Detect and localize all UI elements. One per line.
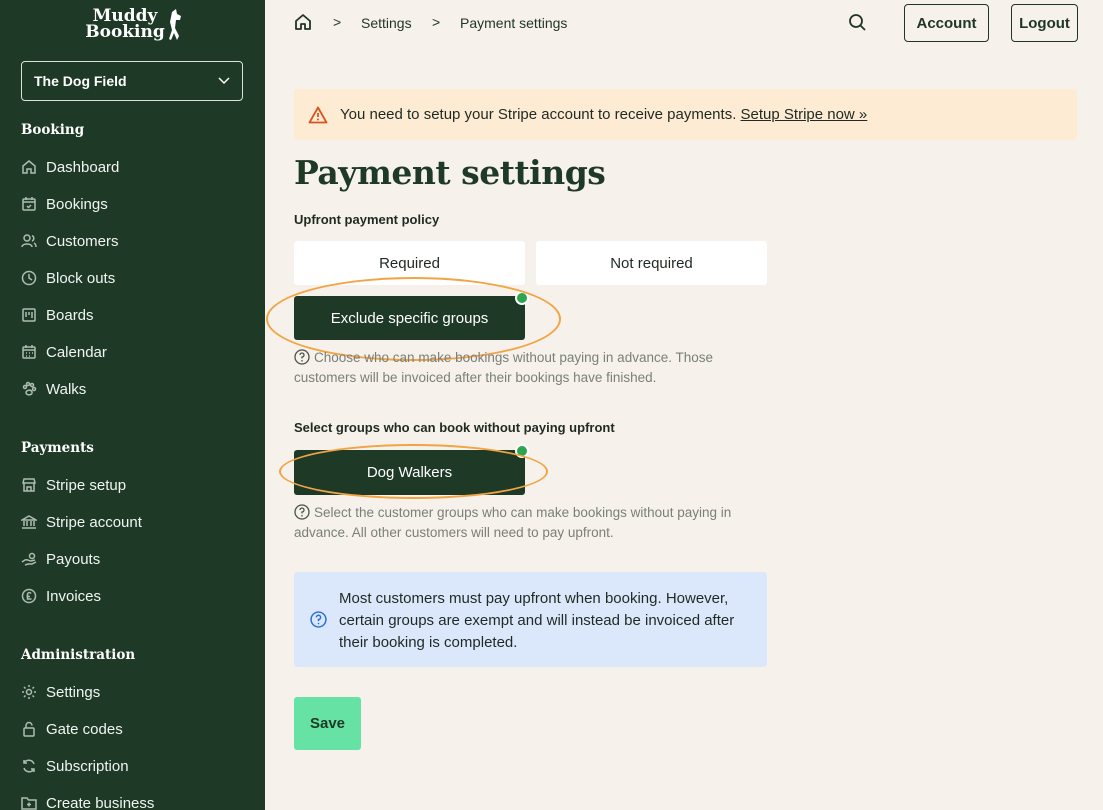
selected-check-icon: [515, 291, 529, 305]
alert-text: You need to setup your Stripe account to…: [340, 106, 737, 123]
chevron-right-icon: >: [432, 14, 441, 30]
paw-icon: [22, 381, 37, 396]
search-icon[interactable]: [848, 13, 867, 32]
logout-button[interactable]: Logout: [1011, 4, 1078, 42]
sidebar-item-bookings[interactable]: Bookings: [21, 191, 108, 217]
info-text: Most customers must pay upfront when boo…: [339, 590, 735, 651]
muddy-booking-logo[interactable]: Muddy Booking: [80, 8, 190, 44]
venue-select[interactable]: The Dog Field: [21, 61, 243, 101]
sidebar-item-stripe-account[interactable]: Stripe account: [21, 509, 142, 535]
sidebar-item-dashboard[interactable]: Dashboard: [21, 154, 119, 180]
sidebar-item-payouts[interactable]: Payouts: [21, 546, 100, 572]
help-circle-icon: [294, 349, 310, 365]
refresh-icon: [23, 759, 35, 773]
sidebar-item-gate-codes[interactable]: Gate codes: [21, 716, 123, 742]
board-icon: [22, 308, 36, 322]
breadcrumb-settings[interactable]: Settings: [361, 15, 412, 31]
dog-icon: [169, 9, 181, 40]
policy-option-exclude-groups[interactable]: Exclude specific groups: [294, 296, 525, 340]
folder-plus-icon: [21, 797, 37, 810]
sidebar-item-calendar[interactable]: Calendar: [21, 339, 107, 365]
calendar-check-icon: [22, 197, 36, 211]
breadcrumb-payment-settings: Payment settings: [460, 15, 568, 31]
home-icon[interactable]: [294, 13, 312, 31]
clock-icon: [21, 270, 37, 286]
setup-stripe-link[interactable]: Setup Stripe now »: [741, 106, 868, 123]
warning-icon: [308, 106, 328, 123]
account-button[interactable]: Account: [904, 4, 989, 42]
sidebar-item-customers[interactable]: Customers: [21, 228, 119, 254]
sidebar-item-stripe-setup[interactable]: Stripe setup: [21, 472, 126, 498]
sidebar: Muddy Booking The Dog Field Booking Dash…: [0, 0, 265, 810]
sidebar-item-block-outs[interactable]: Block outs: [21, 265, 115, 291]
help-circle-icon: [310, 611, 327, 628]
sidebar-item-create-business[interactable]: Create business: [21, 790, 154, 810]
calendar-icon: [22, 345, 36, 359]
sidebar-item-settings[interactable]: Settings: [21, 679, 100, 705]
home-icon: [22, 160, 36, 174]
logo-line2: Booking: [85, 22, 165, 42]
policy-option-not-required[interactable]: Not required: [536, 241, 767, 285]
info-box: Most customers must pay upfront when boo…: [294, 572, 767, 667]
chevron-down-icon: [218, 77, 230, 85]
sidebar-item-invoices[interactable]: Invoices: [21, 583, 101, 609]
policy-label: Upfront payment policy: [294, 212, 440, 227]
hand-coins-icon: [21, 552, 37, 566]
page-title: Payment settings: [294, 153, 606, 192]
sidebar-section-payments: Payments: [21, 440, 94, 456]
policy-option-required[interactable]: Required: [294, 241, 525, 285]
gear-icon: [22, 685, 36, 699]
sidebar-section-booking: Booking: [21, 122, 85, 138]
pound-circle-icon: [21, 588, 37, 604]
group-option-dog-walkers[interactable]: Dog Walkers: [294, 450, 525, 495]
sidebar-item-walks[interactable]: Walks: [21, 376, 86, 402]
policy-help: Choose who can make bookings without pay…: [294, 349, 714, 385]
lock-icon: [23, 721, 35, 737]
groups-help: Select the customer groups who can make …: [294, 504, 732, 540]
groups-label: Select groups who can book without payin…: [294, 420, 615, 435]
sidebar-item-subscription[interactable]: Subscription: [21, 753, 129, 779]
sidebar-item-boards[interactable]: Boards: [21, 302, 94, 328]
save-button[interactable]: Save: [294, 697, 361, 750]
bank-icon: [21, 515, 37, 529]
users-icon: [21, 234, 37, 248]
help-circle-icon: [294, 504, 310, 520]
sidebar-section-administration: Administration: [21, 647, 136, 663]
stripe-setup-alert: You need to setup your Stripe account to…: [294, 89, 1077, 140]
venue-select-value: The Dog Field: [34, 73, 127, 89]
chevron-right-icon: >: [333, 14, 342, 30]
store-icon: [22, 478, 36, 492]
selected-check-icon: [515, 444, 529, 458]
